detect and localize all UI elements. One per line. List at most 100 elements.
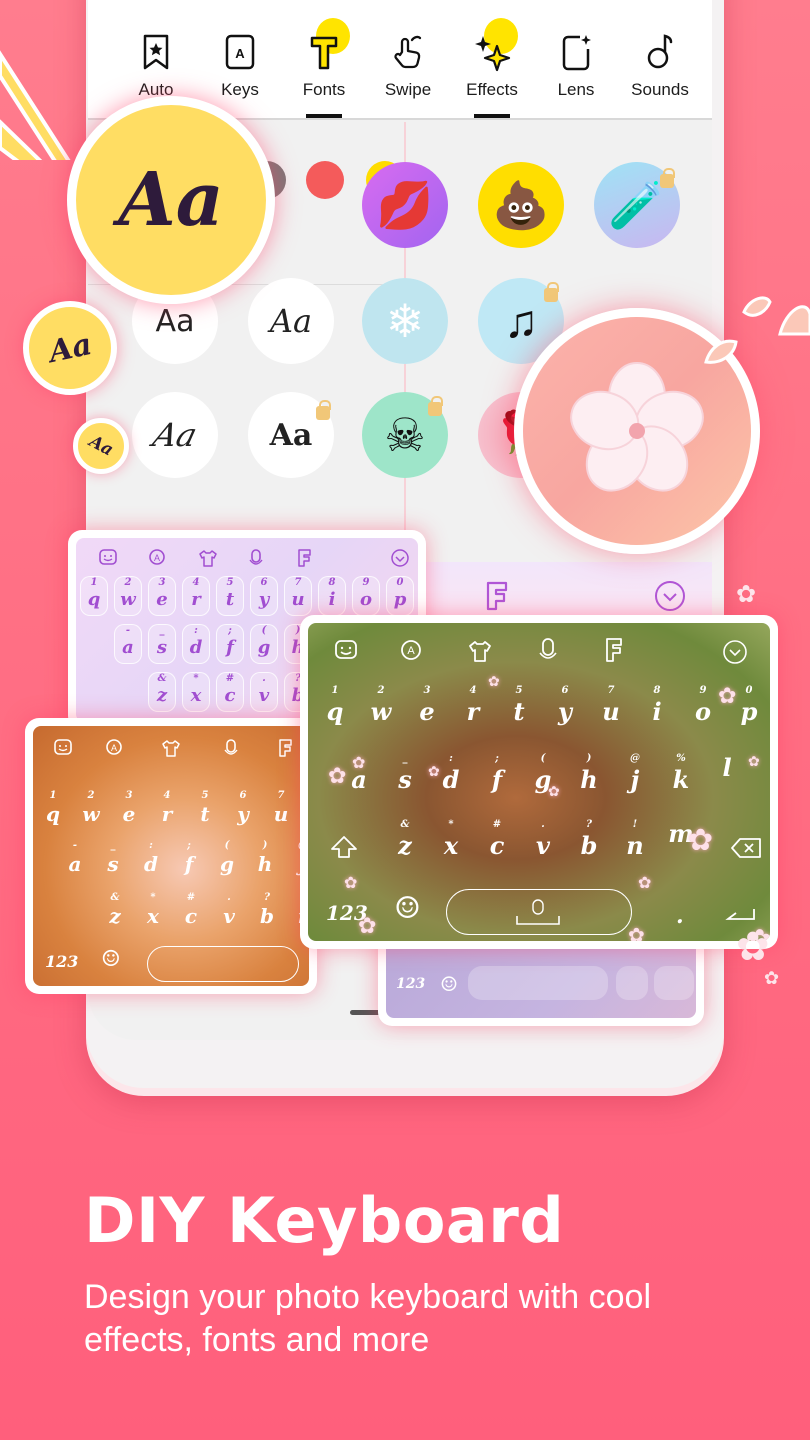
key-j[interactable]: @j <box>620 753 650 794</box>
key-g[interactable]: (g <box>250 624 278 664</box>
key-f[interactable]: ; f <box>482 753 512 794</box>
emoji-sticker-icon[interactable] <box>334 639 358 663</box>
period-key[interactable] <box>616 966 648 1000</box>
keyboard-theme-cat-photo[interactable]: A 1q2w3e4r5t6y7u-a_s:d;f(g)h@j&z*x#c.v?b… <box>25 718 317 994</box>
emoji-sticker-icon[interactable] <box>53 738 73 758</box>
backspace-icon[interactable] <box>730 837 762 859</box>
font-option-blackletter[interactable]: Aa <box>248 392 334 478</box>
key-r[interactable]: 4r <box>458 685 488 726</box>
key-q[interactable]: 1q <box>80 576 108 616</box>
key-r[interactable]: 4r <box>182 576 210 616</box>
spacebar[interactable] <box>446 889 632 935</box>
font-f-icon[interactable] <box>484 580 510 612</box>
key-u[interactable]: 7u <box>596 685 626 726</box>
microphone-icon[interactable] <box>248 548 264 568</box>
effect-snowflake[interactable]: ❄ <box>362 278 448 364</box>
key-c[interactable]: # c <box>216 672 244 712</box>
font-f-icon[interactable] <box>277 738 293 758</box>
spacebar[interactable] <box>147 946 299 982</box>
key-g[interactable]: (g <box>215 840 239 876</box>
key-v[interactable]: .v <box>528 819 558 860</box>
key-n[interactable]: !n <box>620 819 650 860</box>
key-p[interactable]: 0p <box>734 685 764 726</box>
theme-shirt-icon[interactable] <box>198 548 218 568</box>
collapse-chevron-icon[interactable] <box>722 639 748 665</box>
key-d[interactable]: :d <box>139 840 163 876</box>
period-key[interactable]: . <box>676 903 684 929</box>
collapse-chevron-icon[interactable] <box>654 580 686 612</box>
tab-lens[interactable]: Lens <box>534 22 618 118</box>
key-a[interactable]: -a <box>114 624 142 664</box>
key-c[interactable]: # c <box>482 819 512 860</box>
enter-key[interactable] <box>654 966 694 1000</box>
key-i[interactable]: 8i <box>318 576 346 616</box>
key-x[interactable]: * x <box>141 892 165 928</box>
key-r[interactable]: 4r <box>155 790 179 826</box>
translate-icon[interactable]: A <box>148 548 170 568</box>
key-q[interactable]: 1q <box>320 685 350 726</box>
key-y[interactable]: 6y <box>250 576 278 616</box>
key-w[interactable]: 2w <box>114 576 142 616</box>
key-w[interactable]: 2w <box>79 790 103 826</box>
key-b[interactable]: ? b <box>574 819 604 860</box>
key-e[interactable]: 3e <box>148 576 176 616</box>
key-p[interactable]: 0p <box>386 576 414 616</box>
key-x[interactable]: * x <box>436 819 466 860</box>
key-u[interactable]: 7u <box>284 576 312 616</box>
key-l[interactable]: l <box>712 753 742 782</box>
key-s[interactable]: _ s <box>390 753 420 794</box>
microphone-icon[interactable] <box>223 738 239 758</box>
key-d[interactable]: :d <box>436 753 466 794</box>
key-z[interactable]: & z <box>390 819 420 860</box>
color-swatch-red[interactable] <box>306 161 344 199</box>
key-v[interactable]: .v <box>217 892 241 928</box>
key-b[interactable]: ? b <box>255 892 279 928</box>
keyboard-theme-portrait-photo[interactable]: A 1 q 2 w 3 e 4 r 5 t 6 y 7 u 8 i 9 o 0 p - a _ s: d; f(g) h @ j% k l &… <box>300 615 778 949</box>
key-z[interactable]: & z <box>103 892 127 928</box>
key-z[interactable]: & z <box>148 672 176 712</box>
key-t[interactable]: 5t <box>193 790 217 826</box>
key-o[interactable]: 9o <box>352 576 380 616</box>
translate-icon[interactable]: A <box>105 738 127 758</box>
key-u[interactable]: 7u <box>269 790 293 826</box>
emoji-key-icon[interactable]: ☺ <box>101 946 121 972</box>
font-option-script[interactable]: Aa <box>248 278 334 364</box>
key-q[interactable]: 1q <box>41 790 65 826</box>
tab-effects[interactable]: Effects <box>450 18 534 118</box>
key-v[interactable]: .v <box>250 672 278 712</box>
key-h[interactable]: ) h <box>253 840 277 876</box>
enter-icon[interactable] <box>724 907 758 923</box>
collapse-chevron-icon[interactable] <box>390 548 410 568</box>
translate-icon[interactable]: A <box>400 639 426 663</box>
key-k[interactable]: %k <box>666 753 696 794</box>
key-w[interactable]: 2w <box>366 685 396 726</box>
key-o[interactable]: 9o <box>688 685 718 726</box>
emoji-sticker-icon[interactable] <box>98 548 118 568</box>
numbers-key[interactable]: 123 <box>396 976 425 992</box>
key-c[interactable]: # c <box>179 892 203 928</box>
tab-swipe[interactable]: Swipe <box>366 22 450 118</box>
theme-shirt-icon[interactable] <box>161 738 181 758</box>
effect-poop-emoji[interactable]: 💩 <box>478 162 564 248</box>
numbers-key[interactable]: 123 <box>45 952 78 971</box>
font-option-calligraphy[interactable]: Aa <box>132 392 218 478</box>
key-a[interactable]: -a <box>63 840 87 876</box>
microphone-icon[interactable] <box>538 637 558 663</box>
key-s[interactable]: _ s <box>101 840 125 876</box>
font-f-icon[interactable] <box>296 548 312 568</box>
key-x[interactable]: * x <box>182 672 210 712</box>
spacebar[interactable] <box>468 966 608 1000</box>
theme-shirt-icon[interactable] <box>468 639 492 663</box>
key-i[interactable]: 8i <box>642 685 672 726</box>
effect-kiss-lips[interactable]: 💋 <box>362 162 448 248</box>
key-d[interactable]: :d <box>182 624 210 664</box>
key-y[interactable]: 6y <box>550 685 580 726</box>
font-f-icon[interactable] <box>604 637 624 663</box>
key-e[interactable]: 3e <box>117 790 141 826</box>
tab-fonts[interactable]: Fonts <box>282 18 366 118</box>
key-s[interactable]: _ s <box>148 624 176 664</box>
tab-sounds[interactable]: Sounds <box>618 22 702 118</box>
key-t[interactable]: 5t <box>216 576 244 616</box>
shift-icon[interactable] <box>330 835 358 859</box>
key-y[interactable]: 6y <box>231 790 255 826</box>
